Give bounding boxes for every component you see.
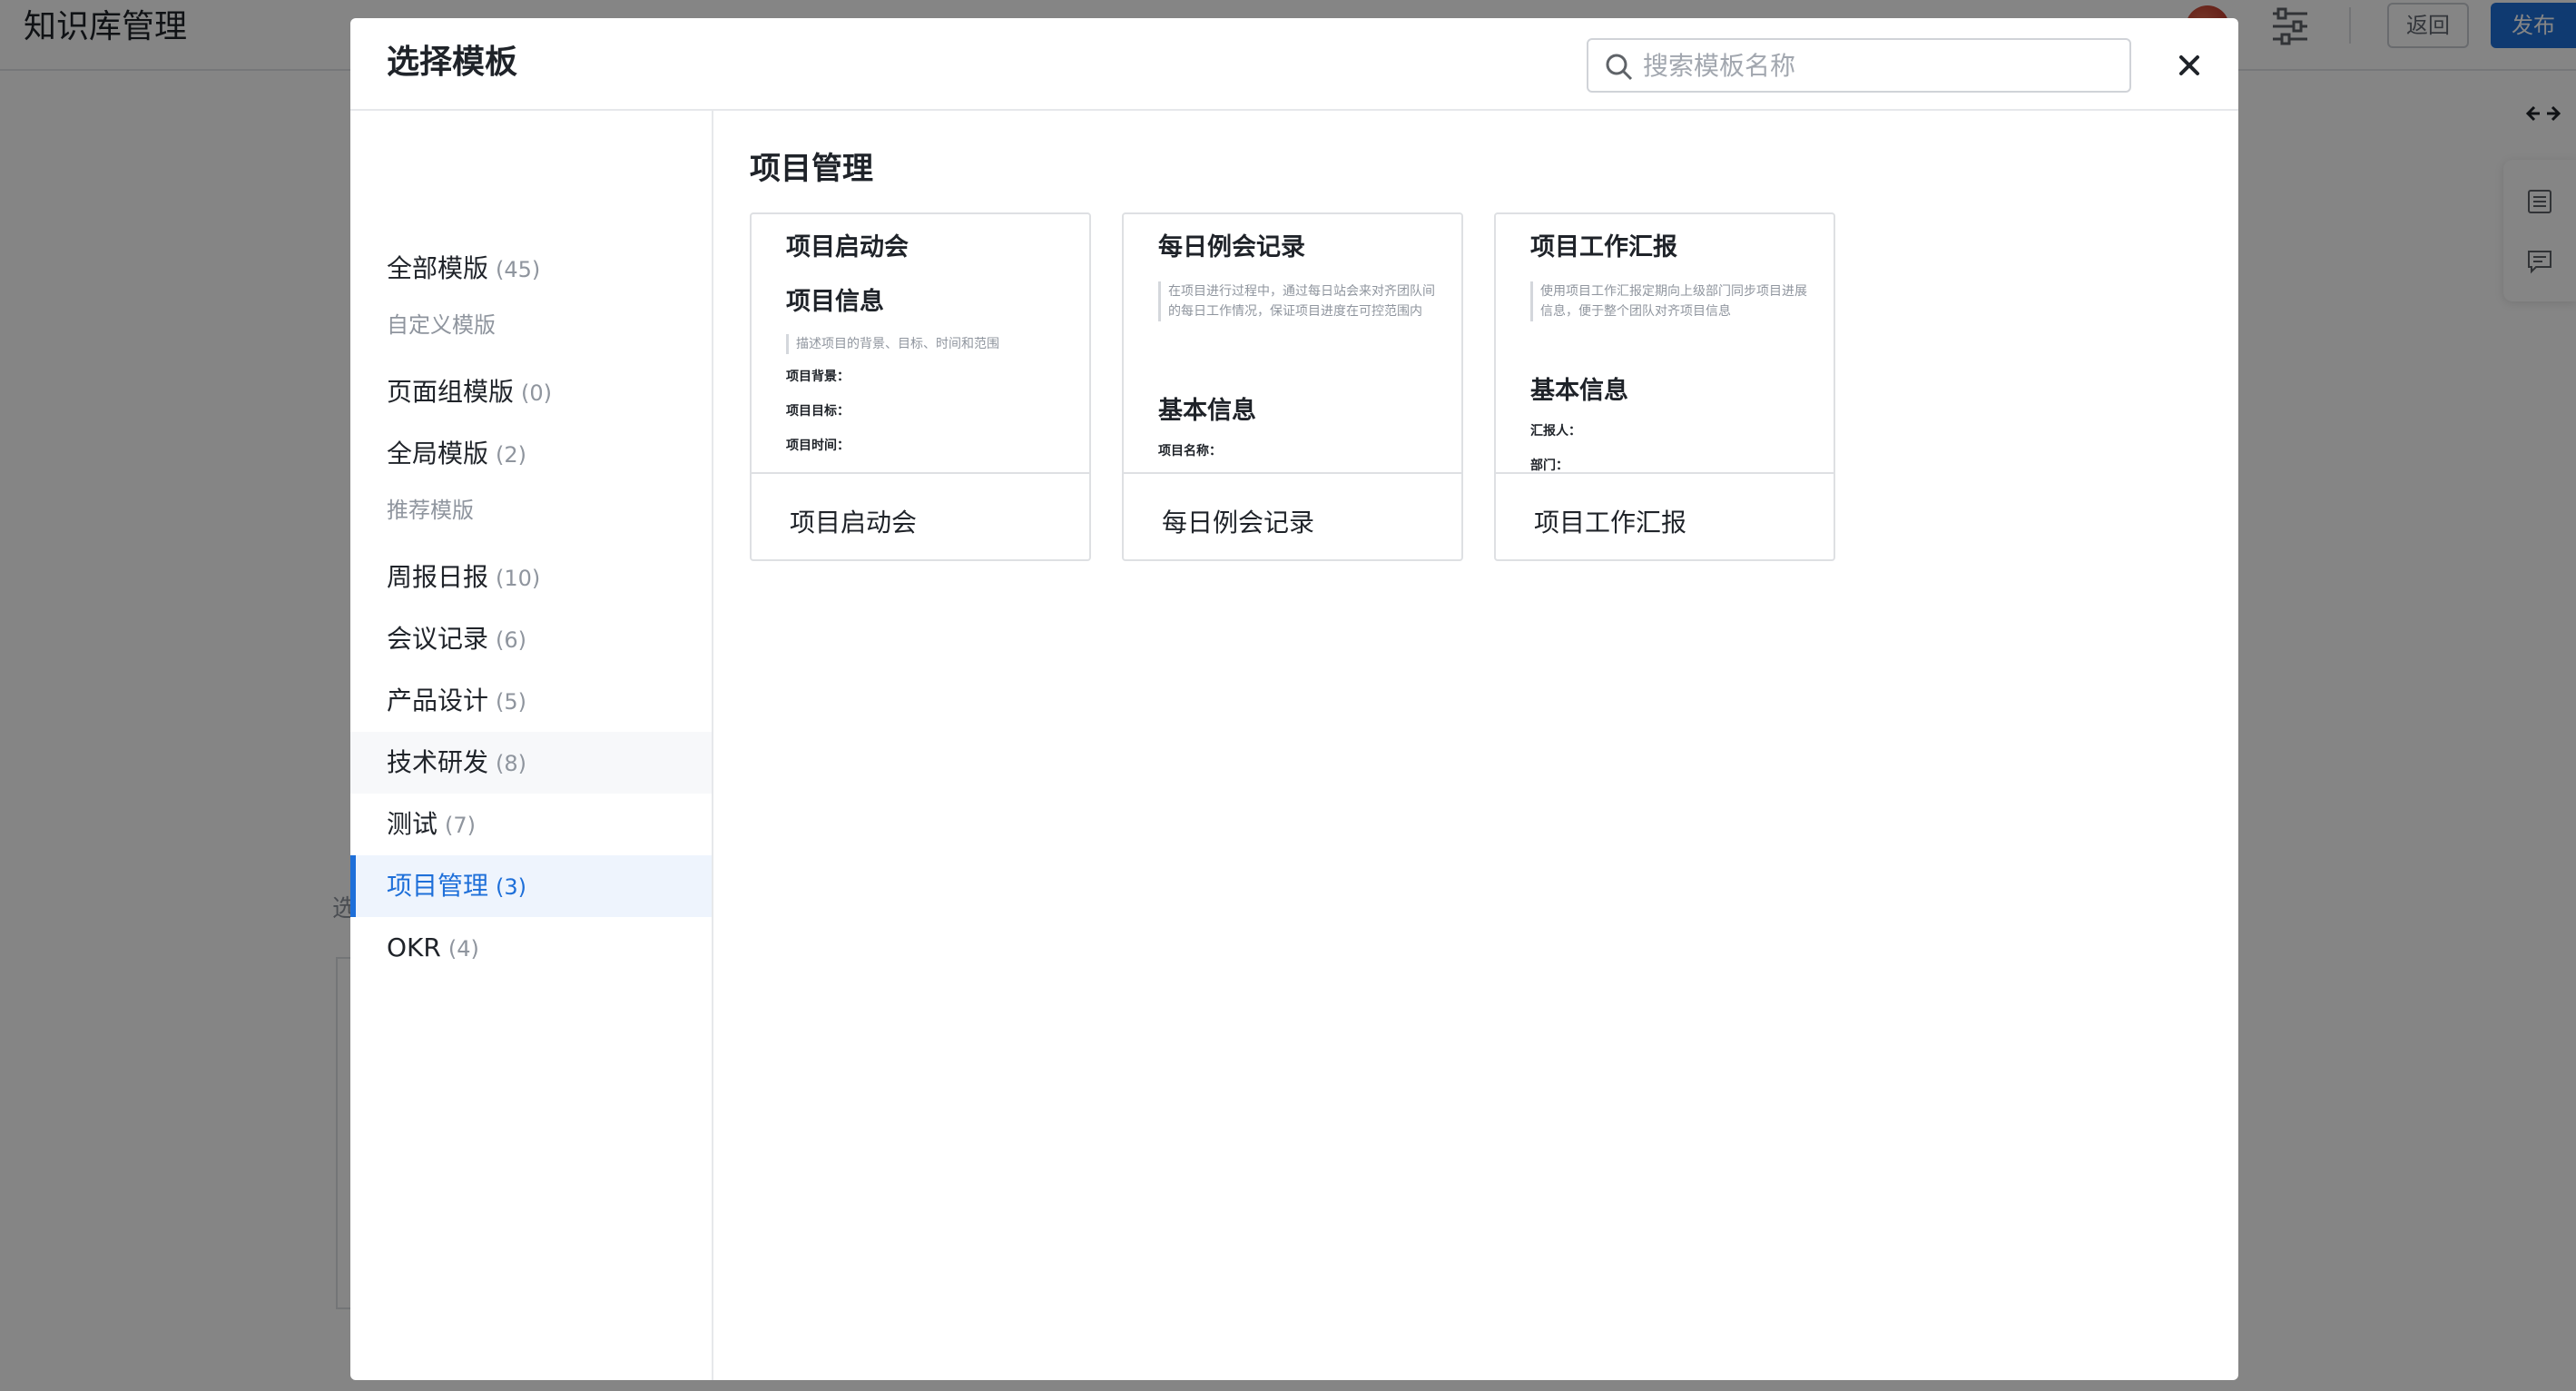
preview-field: 部门： xyxy=(1530,459,1568,472)
search-box[interactable] xyxy=(1587,38,2131,93)
card-divider xyxy=(752,472,1089,474)
card-name: 项目启动会 xyxy=(790,508,918,538)
preview-field: 项目目标： xyxy=(786,404,850,419)
preview-heading: 基本信息 xyxy=(1530,377,1628,405)
nav-item-count: (8) xyxy=(496,751,527,776)
nav-item-label: 会议记录 xyxy=(387,624,489,654)
nav-item-label: 全局模版 xyxy=(387,439,489,469)
nav-item-label: 全部模版 xyxy=(387,253,489,283)
close-icon[interactable] xyxy=(2171,47,2207,84)
nav-item-testing[interactable]: 测试 (7) xyxy=(350,794,712,855)
card-preview: 项目工作汇报 使用项目工作汇报定期向上级部门同步项目进展信息，便于整个团队对齐项… xyxy=(1496,214,1834,472)
nav-item-all-templates[interactable]: 全部模版 (45) xyxy=(350,238,712,300)
nav-item-weekly-daily-report[interactable]: 周报日报 (10) xyxy=(350,547,712,608)
nav-item-count: (10) xyxy=(496,566,541,591)
nav-item-okr[interactable]: OKR (4) xyxy=(350,917,712,979)
nav-item-label: OKR xyxy=(387,932,441,962)
search-input[interactable] xyxy=(1643,40,2115,91)
preview-title: 项目工作汇报 xyxy=(1530,233,1677,261)
preview-heading: 项目信息 xyxy=(786,288,884,316)
template-picker-modal: 选择模板 全部模版 (45) 自定义模版 页面组模版(0) 全局模版 (2) 推荐模… xyxy=(350,18,2238,1380)
category-nav: 全部模版 (45) 自定义模版 页面组模版 (0) 全局模版 (2) 推荐模版 周报日… xyxy=(350,111,713,1380)
preview-field: 项目背景： xyxy=(786,370,850,384)
nav-item-count: (0) xyxy=(521,380,553,406)
template-card-project-kickoff[interactable]: 项目启动会 项目信息 描述项目的背景、目标、时间和范围 项目背景： 项目目标： … xyxy=(750,212,1091,561)
nav-item-label: 页面组模版 xyxy=(387,377,515,407)
nav-item-tech-rd[interactable]: 技术研发 (8) xyxy=(350,732,712,794)
preview-description: 描述项目的背景、目标、时间和范围 xyxy=(786,334,1068,354)
nav-item-count: (3) xyxy=(496,874,527,900)
template-card-daily-standup[interactable]: 每日例会记录 在项目进行过程中，通过每日站会来对齐团队间的每日工作情况，保证项目… xyxy=(1122,212,1463,561)
preview-field: 项目时间： xyxy=(786,439,850,453)
preview-heading: 基本信息 xyxy=(1158,397,1256,425)
nav-item-project-management[interactable]: 项目管理 (3) xyxy=(350,855,712,917)
nav-item-label: 周报日报 xyxy=(387,562,489,592)
card-divider xyxy=(1124,472,1461,474)
nav-group-recommended: 推荐模版 xyxy=(387,498,474,523)
card-name: 每日例会记录 xyxy=(1162,508,1315,538)
nav-item-meeting-notes[interactable]: 会议记录 (6) xyxy=(350,608,712,670)
nav-item-count: (6) xyxy=(496,627,527,653)
nav-item-count: (2) xyxy=(496,442,527,468)
nav-item-label: 项目管理 xyxy=(387,871,489,901)
nav-item-count: (4) xyxy=(447,936,479,962)
card-preview: 每日例会记录 在项目进行过程中，通过每日站会来对齐团队间的每日工作情况，保证项目… xyxy=(1124,214,1461,472)
preview-field: 项目名称： xyxy=(1158,444,1222,459)
card-divider xyxy=(1496,472,1834,474)
preview-title: 每日例会记录 xyxy=(1158,233,1305,261)
nav-item-count: (5) xyxy=(496,689,527,715)
card-name: 项目工作汇报 xyxy=(1534,508,1687,538)
content-title: 项目管理 xyxy=(750,151,873,187)
nav-item-count: (45) xyxy=(496,257,541,282)
nav-group-custom: 自定义模版 xyxy=(387,312,496,338)
nav-item-label: 测试 xyxy=(387,809,438,839)
preview-description: 使用项目工作汇报定期向上级部门同步项目进展信息，便于整个团队对齐项目信息 xyxy=(1530,281,1813,321)
template-card-project-report[interactable]: 项目工作汇报 使用项目工作汇报定期向上级部门同步项目进展信息，便于整个团队对齐项… xyxy=(1494,212,1835,561)
nav-item-product-design[interactable]: 产品设计 (5) xyxy=(350,670,712,732)
nav-item-count: (7) xyxy=(445,813,477,838)
card-preview: 项目启动会 项目信息 描述项目的背景、目标、时间和范围 项目背景： 项目目标： … xyxy=(752,214,1089,472)
modal-header: 选择模板 xyxy=(350,18,2238,111)
preview-field: 汇报人： xyxy=(1530,424,1581,439)
preview-description: 在项目进行过程中，通过每日站会来对齐团队间的每日工作情况，保证项目进度在可控范围… xyxy=(1158,281,1440,321)
nav-item-label: 技术研发 xyxy=(387,747,489,777)
nav-item-page-group-templates[interactable]: 页面组模版 (0) xyxy=(350,361,712,423)
nav-item-global-templates[interactable]: 全局模版 (2) xyxy=(350,423,712,485)
search-icon xyxy=(1606,54,1633,81)
modal-title: 选择模板 xyxy=(387,44,518,81)
nav-item-label: 产品设计 xyxy=(387,686,489,715)
preview-title: 项目启动会 xyxy=(786,233,909,261)
